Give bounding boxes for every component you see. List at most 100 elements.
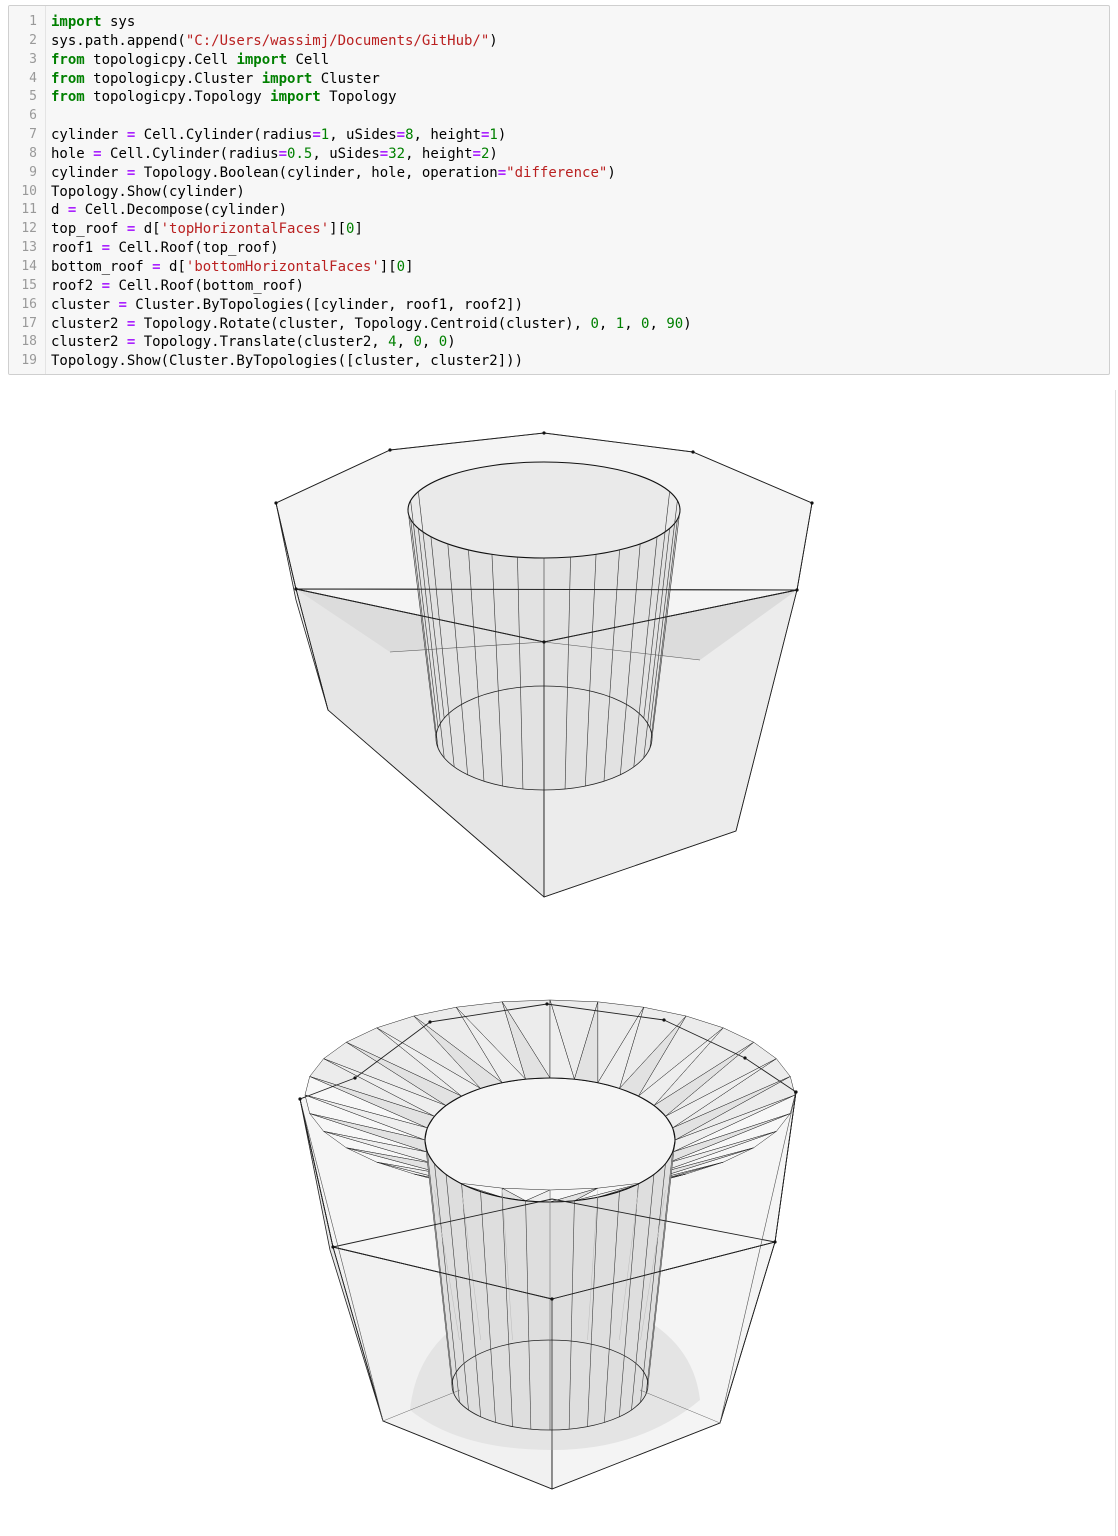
code-token: 'bottomHorizontalFaces' [185,258,380,275]
code-token: from [51,70,85,87]
code-line[interactable]: 8 hole = Cell.Cylinder(radius=0.5, uSides… [9,145,1109,164]
code-line[interactable]: 15 roof2 = Cell.Roof(bottom_roof) [9,277,1109,296]
code-token: = [497,164,507,181]
vertex-point [550,1297,554,1301]
code-token: from [51,89,85,106]
code-token: d [51,202,68,219]
code-token: ) [447,334,456,351]
code-token: top_roof [51,221,127,238]
code-token: bottom_roof [51,258,153,275]
code-token: roof1 [51,240,102,257]
code-line[interactable]: 13 roof1 = Cell.Roof(top_roof) [9,239,1109,258]
vertex-point [294,587,298,591]
vertex-point [331,1245,335,1249]
code-editor[interactable]: 1 import sys 2 sys.path.append("C:/Users/wa… [9,13,1109,371]
code-token: ) [489,145,498,162]
code-token: sys.path.append( [51,32,186,49]
code-token: "C:/Users/wassimj/Documents/GitHub/" [185,32,490,49]
code-token: ) [607,164,616,181]
code-token: d[ [160,258,186,275]
vertex-point [795,588,799,592]
code-token: Cell.Decompose(cylinder) [76,202,288,219]
code-token: , [624,315,642,332]
code-token: , [421,334,439,351]
vertex-point [810,501,814,505]
code-token: 'topHorizontalFaces' [160,221,330,238]
code-token: Topology.Show(Cluster.ByTopologies([clus… [51,353,524,370]
code-token: , [598,315,616,332]
code-text: d = Cell.Decompose(cylinder) [51,201,287,220]
code-text: roof2 = Cell.Roof(bottom_roof) [51,277,304,296]
code-text: cylinder = Cell.Cylinder(radius=1, uSide… [51,126,506,145]
code-token: from [51,51,85,68]
vertex-point [542,640,546,644]
code-token: , uSides [312,145,380,162]
code-line[interactable]: 5 from topologicpy.Topology import Topolo… [9,88,1109,107]
code-text: cluster = Cluster.ByTopologies([cylinder… [51,296,523,315]
code-token: Cluster [312,70,380,87]
code-token: 4 [388,334,397,351]
code-token: topologicpy.Cell [84,51,237,68]
code-line[interactable]: 6 [9,107,1109,126]
line-number: 19 [21,353,37,369]
code-line[interactable]: 4 from topologicpy.Cluster import Cluster [9,70,1109,89]
code-token: Cell [287,51,330,68]
code-line[interactable]: 9 cylinder = Topology.Boolean(cylinder, h… [9,164,1109,183]
line-number: 18 [21,334,37,350]
code-token: ][ [379,258,397,275]
code-token: import [270,89,321,106]
line-number: 13 [21,240,37,256]
code-line[interactable]: 10 Topology.Show(cylinder) [9,183,1109,202]
line-number: 12 [21,221,37,237]
code-token: 0 [438,334,448,351]
code-token: ) [489,32,498,49]
code-token: cluster2 [51,315,127,332]
vertex-point [274,501,278,505]
code-line[interactable]: 2 sys.path.append("C:/Users/wassimj/Docum… [9,32,1109,51]
code-text: from topologicpy.Topology import Topolog… [51,88,397,107]
line-number: 10 [21,183,37,199]
code-token: 32 [388,145,406,162]
vertex-point [542,431,546,435]
line-number: 3 [29,51,37,67]
code-text: from topologicpy.Cluster import Cluster [51,70,380,89]
line-number: 4 [29,70,37,86]
code-token: 0 [413,334,422,351]
output-area [0,390,1118,1536]
code-line[interactable]: 7 cylinder = Cell.Cylinder(radius=1, uSid… [9,126,1109,145]
code-token: Topology.Boolean(cylinder, hole, operati… [135,164,498,181]
code-line[interactable]: 1 import sys [9,13,1109,32]
code-token: d[ [135,221,161,238]
code-line[interactable]: 12 top_roof = d['topHorizontalFaces'][0] [9,220,1109,239]
code-token: Cell.Cylinder(radius [101,145,279,162]
code-cell[interactable]: 1 import sys 2 sys.path.append("C:/Users/wa… [8,5,1110,375]
line-number: 5 [29,89,37,105]
code-line[interactable]: 19 Topology.Show(Cluster.ByTopologies([cl… [9,352,1109,371]
code-token: , height [405,145,473,162]
code-token: import [236,51,288,68]
code-token: Topology.Rotate(cluster, Topology.Centro… [135,315,591,332]
code-text: top_roof = d['topHorizontalFaces'][0] [51,220,363,239]
code-token: = [278,145,288,162]
code-token: hole [51,145,94,162]
code-token: = [312,127,321,144]
code-line[interactable]: 17 cluster2 = Topology.Rotate(cluster, To… [9,315,1109,334]
code-token: 1 [320,127,330,144]
code-token: 90 [666,315,684,332]
code-token: topologicpy.Topology [84,89,271,106]
code-text: cluster2 = Topology.Translate(cluster2, … [51,333,456,352]
code-line[interactable]: 14 bottom_roof = d['bottomHorizontalFaces… [9,258,1109,277]
code-token: import [51,14,102,30]
code-line[interactable]: 16 cluster = Cluster.ByTopologies([cylind… [9,296,1109,315]
vertex-point [298,1097,302,1101]
vertex-point [794,1090,798,1094]
code-line[interactable]: 18 cluster2 = Topology.Translate(cluster2… [9,333,1109,352]
code-token: Cell.Cylinder(radius [135,127,313,144]
code-line[interactable]: 11 d = Cell.Decompose(cylinder) [9,201,1109,220]
code-line[interactable]: 3 from topologicpy.Cell import Cell [9,51,1109,70]
code-text: hole = Cell.Cylinder(radius=0.5, uSides=… [51,145,498,164]
code-token: cylinder [51,127,127,144]
code-token: ) [497,127,507,144]
line-number: 11 [21,202,37,218]
code-token: = [379,145,389,162]
